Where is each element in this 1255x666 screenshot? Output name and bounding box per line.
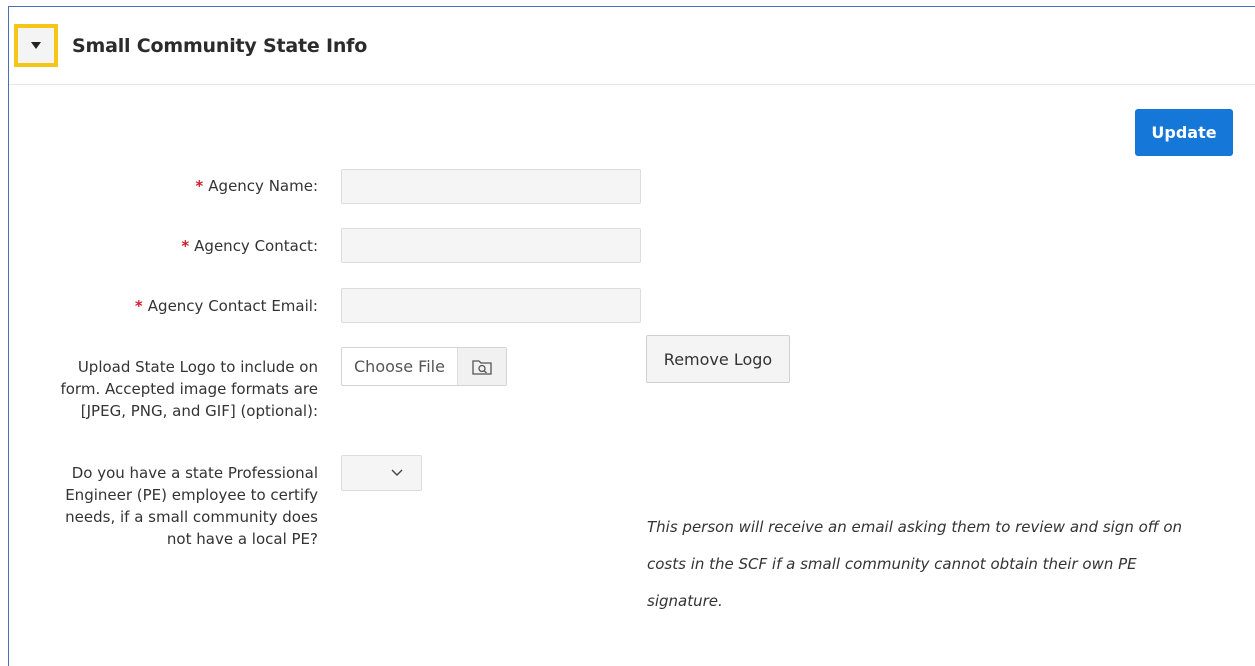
agency-name-label: * Agency Name:	[195, 177, 318, 195]
remove-logo-button[interactable]: Remove Logo	[646, 335, 790, 383]
region-title: Small Community State Info	[72, 35, 368, 57]
required-marker: *	[195, 177, 204, 195]
choose-file-label: Choose File	[354, 357, 445, 376]
chevron-down-icon	[391, 469, 403, 476]
pe-question-line: Do you have a state Professional	[71, 464, 318, 482]
pe-question-line: not have a local PE?	[166, 530, 318, 548]
upload-logo-label-line: Upload State Logo to include on	[77, 358, 318, 376]
pe-note-line: costs in the SCF if a small community ca…	[647, 555, 1137, 573]
collapse-toggle-button[interactable]	[14, 24, 58, 67]
agency-contact-email-input[interactable]	[341, 288, 641, 323]
pe-question-line: needs, if a small community does	[65, 508, 318, 526]
upload-logo-label-line: form. Accepted image formats are	[60, 380, 318, 398]
pe-question-label: Do you have a state Professional Enginee…	[65, 462, 318, 550]
pe-select[interactable]	[341, 455, 422, 491]
upload-logo-label-line: [JPEG, PNG, and GIF] (optional):	[80, 402, 318, 420]
pe-note: This person will receive an email asking…	[647, 509, 1227, 620]
upload-logo-label: Upload State Logo to include on form. Ac…	[60, 356, 318, 422]
agency-name-input[interactable]	[341, 169, 641, 204]
agency-contact-input[interactable]	[341, 228, 641, 263]
required-marker: *	[134, 297, 143, 315]
agency-contact-email-label: * Agency Contact Email:	[134, 297, 318, 315]
file-browse-button[interactable]	[457, 348, 506, 385]
caret-down-icon	[31, 42, 41, 49]
pe-note-line: signature.	[647, 592, 723, 610]
folder-search-icon	[472, 359, 492, 375]
agency-contact-label: * Agency Contact:	[181, 237, 318, 255]
logo-file-input[interactable]: Choose File	[341, 347, 507, 386]
update-button[interactable]: Update	[1135, 109, 1233, 156]
required-marker: *	[181, 237, 190, 255]
pe-note-line: This person will receive an email asking…	[647, 518, 1183, 536]
pe-question-line: Engineer (PE) employee to certify	[65, 486, 318, 504]
region-header: Small Community State Info	[9, 7, 1255, 85]
